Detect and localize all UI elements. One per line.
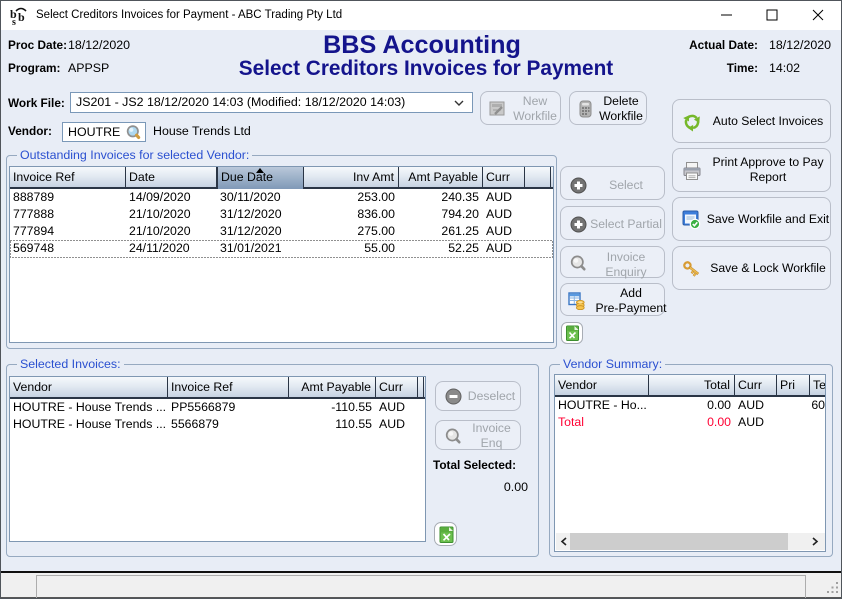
svg-text:b: b [18,10,25,24]
svg-text:s: s [12,17,16,27]
